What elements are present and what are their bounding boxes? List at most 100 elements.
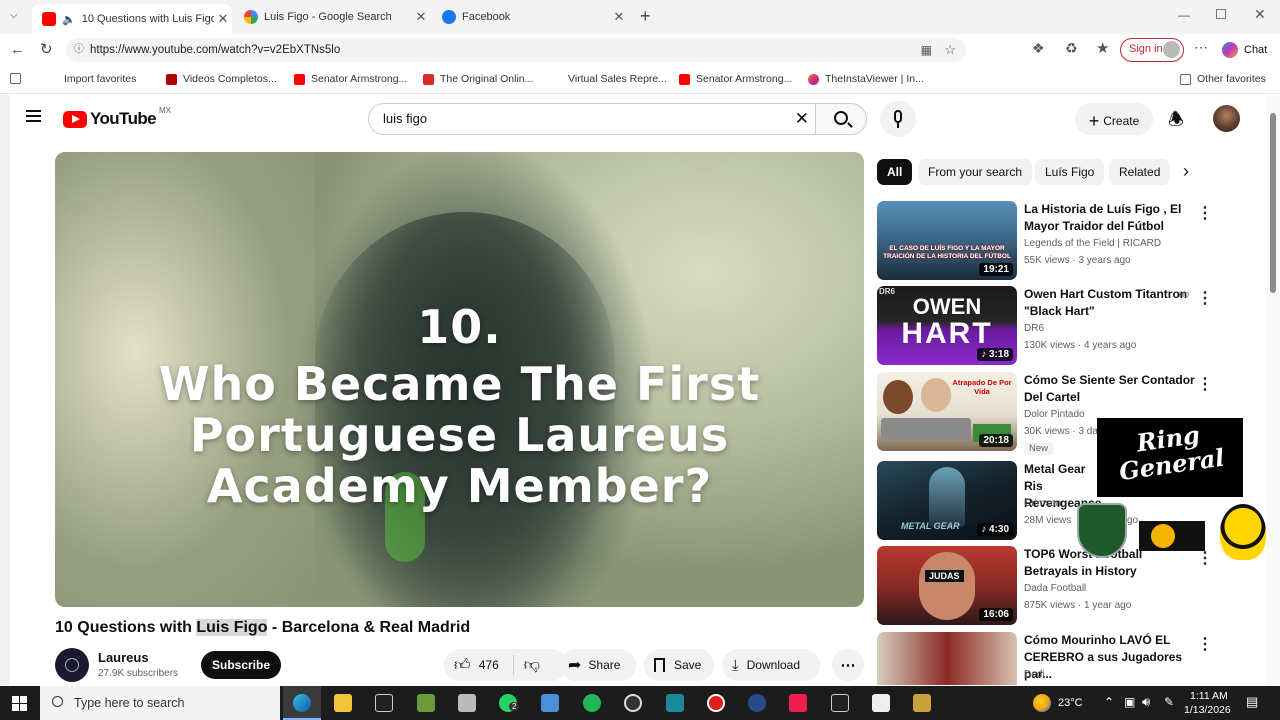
close-tab-icon[interactable]: ✕ bbox=[214, 11, 232, 27]
bookmark-item[interactable]: Senator Armstrong... bbox=[294, 73, 407, 85]
create-button[interactable]: + Create bbox=[1075, 103, 1153, 135]
mail-icon[interactable] bbox=[541, 694, 559, 712]
app-icon[interactable] bbox=[913, 694, 931, 712]
video-thumbnail[interactable] bbox=[877, 632, 1017, 685]
search-input[interactable]: luis figo ✕ bbox=[368, 103, 816, 135]
weather-icon[interactable] bbox=[1033, 694, 1051, 712]
video-player[interactable]: 10. Who Became The First Portuguese Laur… bbox=[55, 152, 864, 607]
tab-facebook[interactable]: Facebook ✕ bbox=[432, 6, 628, 28]
shopping-icon[interactable]: ♻ bbox=[1065, 40, 1078, 57]
voice-search-button[interactable] bbox=[880, 101, 916, 137]
tab-google[interactable]: Luis Figo - Google Search ✕ bbox=[234, 6, 430, 28]
account-avatar[interactable] bbox=[1213, 105, 1240, 132]
subscribe-button[interactable]: Subscribe bbox=[201, 651, 281, 679]
chip-luis-figo[interactable]: Luís Figo bbox=[1035, 159, 1105, 185]
tab-actions-menu-icon[interactable]: ⌵ bbox=[10, 10, 24, 24]
url-field[interactable]: ⓘ https://www.youtube.com/watch?v=v2EbXT… bbox=[66, 38, 966, 62]
obs-icon[interactable] bbox=[624, 694, 642, 712]
related-video[interactable]: JUDAS 16:06 TOP6 Worst Football Betrayal… bbox=[877, 546, 1257, 626]
more-vertical-icon[interactable]: ⋮ bbox=[1197, 203, 1213, 223]
notifications-icon[interactable]: ▤ bbox=[1246, 694, 1258, 710]
close-tab-icon[interactable]: ✕ bbox=[610, 9, 628, 25]
chip-all[interactable]: All bbox=[877, 159, 913, 185]
close-tab-icon[interactable]: ✕ bbox=[412, 9, 430, 25]
related-video-channel[interactable]: Dada Football bbox=[1024, 583, 1086, 594]
tab-youtube[interactable]: 🔈 10 Questions with Luis Figo - ✕ bbox=[32, 4, 232, 34]
bookmark-item[interactable]: Videos Completos... bbox=[166, 73, 277, 85]
edge-icon[interactable] bbox=[293, 694, 311, 712]
app-available-icon[interactable]: ▦ bbox=[921, 38, 932, 62]
windows-start-icon[interactable] bbox=[12, 696, 27, 711]
dislike-button[interactable]: 👎︎ bbox=[514, 656, 540, 675]
bookmark-item[interactable]: Virtual Sales Repre... bbox=[568, 73, 667, 85]
clock-time[interactable]: 1:11 AM bbox=[1190, 690, 1228, 702]
share-button[interactable]: ➦ Share bbox=[560, 649, 636, 681]
extensions-icon[interactable]: ❖ bbox=[1032, 40, 1045, 57]
audio-app-icon[interactable] bbox=[831, 694, 849, 712]
close-window-button[interactable]: ✕ bbox=[1254, 6, 1266, 23]
related-video-channel[interactable]: Legends of the Field | RICARD bbox=[1024, 238, 1161, 249]
chip-from-your-search[interactable]: From your search bbox=[918, 159, 1033, 185]
video-thumbnail[interactable]: EL CASO DE LUÍS FIGO Y LA MAYOR TRAICIÓN… bbox=[877, 201, 1017, 280]
tiktok-icon[interactable] bbox=[789, 694, 807, 712]
more-options-icon[interactable]: ⋯ bbox=[1194, 39, 1208, 56]
channel-name[interactable]: Laureus bbox=[98, 650, 149, 665]
epic-games-icon[interactable] bbox=[375, 694, 393, 712]
like-button[interactable]: 👍︎ 476 bbox=[444, 656, 499, 675]
sign-in-button[interactable]: Sign in bbox=[1120, 38, 1184, 62]
taskbar-search-input[interactable]: Type here to search bbox=[40, 686, 280, 720]
video-thumbnail[interactable]: JUDAS 16:06 bbox=[877, 546, 1017, 625]
related-video[interactable]: EL CASO DE LUÍS FIGO Y LA MAYOR TRAICIÓN… bbox=[877, 201, 1257, 281]
notes-icon[interactable] bbox=[872, 694, 890, 712]
new-tab-button[interactable]: + bbox=[640, 6, 651, 27]
more-vertical-icon[interactable]: ⋮ bbox=[1197, 288, 1213, 308]
temperature[interactable]: 23°C bbox=[1058, 697, 1083, 709]
related-video[interactable]: DR6 OWEN HART ♪ 3:18 Owen Hart Custom Ti… bbox=[877, 286, 1257, 366]
chevron-right-icon[interactable]: › bbox=[1183, 161, 1189, 182]
app-icon[interactable] bbox=[417, 694, 435, 712]
youtube-logo[interactable]: YouTube MX bbox=[63, 106, 171, 129]
video-thumbnail[interactable]: Atrapado De Por Vida 20:18 bbox=[877, 372, 1017, 451]
more-vertical-icon[interactable]: ⋮ bbox=[1197, 374, 1213, 394]
menu-icon[interactable] bbox=[26, 110, 41, 122]
search-button[interactable] bbox=[815, 103, 867, 135]
channel-avatar[interactable] bbox=[55, 648, 89, 682]
app-icon[interactable] bbox=[748, 694, 766, 712]
bookmark-item[interactable]: The Original Onlin... bbox=[423, 73, 533, 85]
back-icon[interactable]: ← bbox=[10, 41, 25, 58]
related-video-channel[interactable]: Dodi bbox=[1024, 669, 1045, 680]
related-video-channel[interactable]: Dolor Pintado bbox=[1024, 409, 1085, 420]
more-vertical-icon[interactable]: ⋮ bbox=[1197, 548, 1213, 568]
favorite-star-icon[interactable]: ☆ bbox=[944, 38, 956, 62]
bookmark-item[interactable]: Import favorites bbox=[10, 73, 136, 85]
app-icon[interactable] bbox=[666, 694, 684, 712]
chip-related[interactable]: Related bbox=[1109, 159, 1171, 185]
favorites-icon[interactable]: ★ bbox=[1096, 39, 1109, 57]
related-video-channel[interactable]: Crimson bbox=[1024, 498, 1061, 509]
copilot-chat-button[interactable]: Chat bbox=[1222, 42, 1267, 58]
clear-search-icon[interactable]: ✕ bbox=[795, 104, 809, 134]
clock-date[interactable]: 1/13/2026 bbox=[1184, 704, 1231, 716]
site-info-icon[interactable]: ⓘ bbox=[74, 38, 84, 62]
speaker-icon[interactable]: 🔊︎ bbox=[1142, 694, 1150, 710]
notifications-bell-icon[interactable]: 🕭 bbox=[1168, 107, 1184, 137]
spotify-icon[interactable] bbox=[583, 694, 601, 712]
download-button[interactable]: ⤓ Download bbox=[722, 649, 820, 681]
refresh-icon[interactable]: ↻ bbox=[40, 40, 53, 58]
record-icon[interactable] bbox=[707, 694, 725, 712]
scrollbar-thumb[interactable] bbox=[1270, 113, 1276, 293]
bookmark-item[interactable]: TheInstaViewer | In... bbox=[808, 73, 924, 85]
whatsapp-icon[interactable]: 2 bbox=[499, 694, 520, 712]
save-button[interactable]: Save bbox=[644, 649, 714, 681]
video-thumbnail[interactable]: METAL GEAR ♪ 4:30 bbox=[877, 461, 1017, 540]
more-actions-button[interactable]: ⋯ bbox=[832, 649, 864, 681]
bookmark-item[interactable]: Senator Armstrong... bbox=[679, 73, 792, 85]
other-favorites[interactable]: Other favorites bbox=[1180, 73, 1266, 85]
related-video-channel[interactable]: DR6 bbox=[1024, 323, 1044, 334]
minimize-button[interactable]: — bbox=[1178, 8, 1190, 22]
show-hidden-icons-icon[interactable]: ⌃ bbox=[1104, 695, 1114, 709]
file-explorer-icon[interactable] bbox=[334, 694, 352, 712]
video-thumbnail[interactable]: DR6 OWEN HART ♪ 3:18 bbox=[877, 286, 1017, 365]
more-vertical-icon[interactable]: ⋮ bbox=[1197, 634, 1213, 654]
restore-button[interactable] bbox=[1216, 9, 1226, 19]
